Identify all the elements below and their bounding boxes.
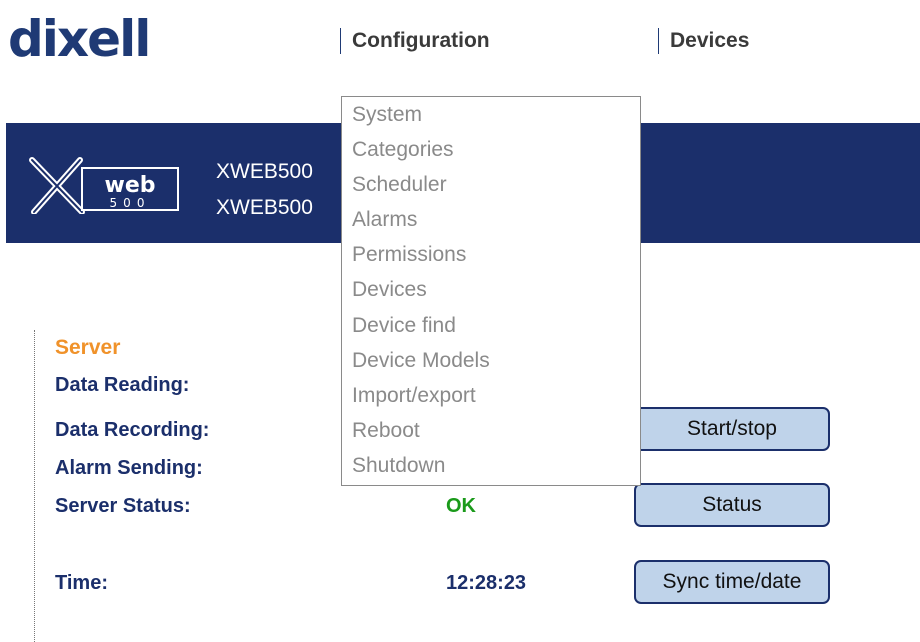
device-name-line2: XWEB500 [216,196,313,219]
start-stop-button[interactable]: Start/stop [634,407,830,451]
server-status-label: Server Status: [55,495,191,517]
dixell-logo: dixell [8,10,151,68]
time-value: 12:28:23 [446,572,527,594]
status-button[interactable]: Status [634,483,830,527]
menu-item-device-find[interactable]: Device find [352,313,456,339]
nav-devices[interactable]: Devices [658,28,749,54]
menu-item-alarms[interactable]: Alarms [352,207,417,233]
sync-time-date-button[interactable]: Sync time/date [634,560,830,604]
menu-item-device-models[interactable]: Device Models [352,348,490,374]
menu-item-categories[interactable]: Categories [352,137,454,163]
menu-item-import-export[interactable]: Import/export [352,383,476,409]
menu-item-scheduler[interactable]: Scheduler [352,172,447,198]
configuration-dropdown-menu: System Categories Scheduler Alarms Permi… [341,96,641,486]
nav-configuration[interactable]: Configuration [340,28,490,54]
menu-item-reboot[interactable]: Reboot [352,418,420,444]
server-status-value: OK [446,495,476,517]
menu-item-permissions[interactable]: Permissions [352,242,466,268]
xweb500-logo: web 500 [26,154,186,219]
menu-item-system[interactable]: System [352,102,422,128]
menu-item-devices[interactable]: Devices [352,277,427,303]
data-recording-label: Data Recording: [55,419,210,441]
data-reading-label: Data Reading: [55,374,190,396]
alarm-sending-label: Alarm Sending: [55,457,203,479]
menu-item-shutdown[interactable]: Shutdown [352,453,445,479]
server-section-title: Server [55,336,121,359]
svg-text:500: 500 [110,196,151,210]
panel-divider [34,330,35,642]
device-name-line1: XWEB500 [216,160,313,183]
time-label: Time: [55,572,108,594]
svg-text:web: web [105,173,156,198]
